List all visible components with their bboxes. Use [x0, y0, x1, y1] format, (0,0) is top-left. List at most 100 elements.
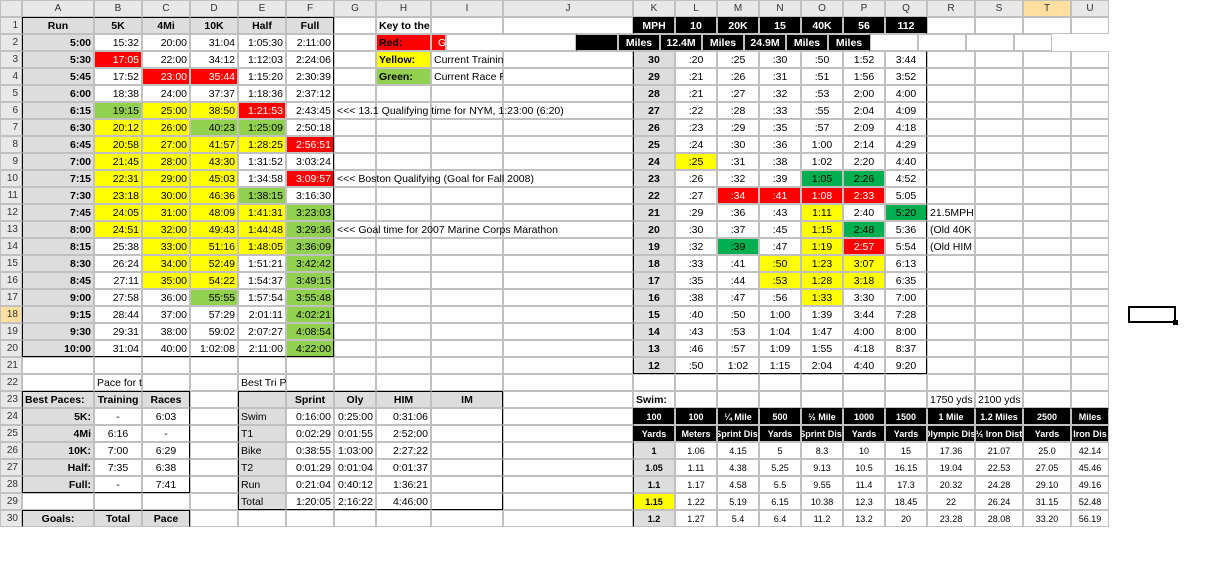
cell-K27[interactable]: 1.05 — [633, 459, 675, 476]
cell-U14[interactable] — [1071, 238, 1109, 255]
cell-R23[interactable]: 1750 yds — [927, 391, 975, 408]
cell-C21[interactable] — [142, 357, 190, 374]
cell-A5[interactable]: 6:00 — [22, 85, 94, 102]
cell-E4[interactable]: 1:15:20 — [238, 68, 286, 85]
cell-N14[interactable]: :47 — [759, 238, 801, 255]
cell-Q5[interactable]: 4:00 — [885, 85, 927, 102]
cell-C27[interactable]: 6:38 — [142, 459, 190, 476]
cell-A28[interactable]: Full: — [22, 476, 94, 493]
cell-D24[interactable] — [190, 408, 238, 425]
cell-F17[interactable]: 3:55:48 — [286, 289, 334, 306]
cell-O29[interactable]: 10.38 — [801, 493, 843, 510]
cell-L19[interactable]: :43 — [675, 323, 717, 340]
cell-D20[interactable]: 1:02:08 — [190, 340, 238, 357]
cell-Q2[interactable]: Miles — [828, 34, 870, 51]
cell-F8[interactable]: 2:56:51 — [286, 136, 334, 153]
cell-O9[interactable]: 1:02 — [801, 153, 843, 170]
cell-C26[interactable]: 6:29 — [142, 442, 190, 459]
col-header-O[interactable]: O — [801, 0, 843, 17]
cell-M23[interactable] — [717, 391, 759, 408]
cell-I3[interactable]: Current Training Record — [431, 51, 503, 68]
cell-H4[interactable]: Green: — [376, 68, 431, 85]
cell-A22[interactable] — [22, 374, 94, 391]
cell-C18[interactable]: 37:00 — [142, 306, 190, 323]
cell-P24[interactable]: 1000 — [843, 408, 885, 425]
cell-S30[interactable]: 28.08 — [975, 510, 1023, 527]
cell-R20[interactable] — [927, 340, 975, 357]
cell-M14[interactable]: :39 — [717, 238, 759, 255]
cell-L7[interactable]: :23 — [675, 119, 717, 136]
cell-B2[interactable]: 15:32 — [94, 34, 142, 51]
cell-O6[interactable]: :55 — [801, 102, 843, 119]
cell-U18[interactable] — [1071, 306, 1109, 323]
cell-H23[interactable]: HIM — [376, 391, 431, 408]
cell-H8[interactable] — [376, 136, 431, 153]
cell-A15[interactable]: 8:30 — [22, 255, 94, 272]
row-header-23[interactable]: 23 — [0, 391, 22, 408]
cell-U29[interactable]: 52.48 — [1071, 493, 1109, 510]
cell-S8[interactable] — [975, 136, 1023, 153]
cell-A7[interactable]: 6:30 — [22, 119, 94, 136]
cell-I1[interactable] — [431, 17, 503, 34]
cell-H1[interactable]: Key to the colors: — [376, 17, 431, 34]
cell-N10[interactable]: :39 — [759, 170, 801, 187]
cell-D1[interactable]: 10K — [190, 17, 238, 34]
cell-J14[interactable] — [503, 238, 633, 255]
col-header-S[interactable]: S — [975, 0, 1023, 17]
cell-O16[interactable]: 1:28 — [801, 272, 843, 289]
cell-Q22[interactable] — [885, 374, 927, 391]
cell-B26[interactable]: 7:00 — [94, 442, 142, 459]
cell-O14[interactable]: 1:19 — [801, 238, 843, 255]
cell-D27[interactable] — [190, 459, 238, 476]
row-header-22[interactable]: 22 — [0, 374, 22, 391]
cell-D30[interactable] — [190, 510, 238, 527]
cell-H19[interactable] — [376, 323, 431, 340]
cell-I11[interactable] — [431, 187, 503, 204]
cell-I16[interactable] — [431, 272, 503, 289]
cell-A26[interactable]: 10K: — [22, 442, 94, 459]
cell-O22[interactable] — [801, 374, 843, 391]
col-header-C[interactable]: C — [142, 0, 190, 17]
cell-L6[interactable]: :22 — [675, 102, 717, 119]
cell-J1[interactable] — [503, 17, 633, 34]
cell-R4[interactable] — [927, 68, 975, 85]
cell-U23[interactable] — [1071, 391, 1109, 408]
cell-G28[interactable]: 0:40:12 — [334, 476, 376, 493]
col-header-U[interactable]: U — [1071, 0, 1109, 17]
cell-U2[interactable] — [1014, 34, 1052, 51]
cell-L28[interactable]: 1.17 — [675, 476, 717, 493]
cell-O26[interactable]: 8.3 — [801, 442, 843, 459]
cell-N22[interactable] — [759, 374, 801, 391]
cell-K15[interactable]: 18 — [633, 255, 675, 272]
row-header-13[interactable]: 13 — [0, 221, 22, 238]
col-header-F[interactable]: F — [286, 0, 334, 17]
cell-N12[interactable]: :43 — [759, 204, 801, 221]
cell-A12[interactable]: 7:45 — [22, 204, 94, 221]
row-header-21[interactable]: 21 — [0, 357, 22, 374]
cell-B16[interactable]: 27:11 — [94, 272, 142, 289]
cell-F21[interactable] — [286, 357, 334, 374]
cell-G13[interactable]: <<< Goal time for 2007 Marine Corps Mara… — [334, 221, 376, 238]
cell-I27[interactable] — [431, 459, 503, 476]
col-header-M[interactable]: M — [717, 0, 759, 17]
cell-Q10[interactable]: 4:52 — [885, 170, 927, 187]
cell-Q8[interactable]: 4:29 — [885, 136, 927, 153]
cell-L27[interactable]: 1.11 — [675, 459, 717, 476]
cell-J8[interactable] — [503, 136, 633, 153]
cell-F22[interactable] — [286, 374, 334, 391]
cell-G2[interactable] — [334, 34, 376, 51]
cell-R10[interactable] — [927, 170, 975, 187]
cell-D28[interactable] — [190, 476, 238, 493]
cell-B24[interactable]: - — [94, 408, 142, 425]
cell-P27[interactable]: 10.5 — [843, 459, 885, 476]
cell-O25[interactable]: Sprint Dist — [801, 425, 843, 442]
cell-O18[interactable]: 1:39 — [801, 306, 843, 323]
cell-S17[interactable] — [975, 289, 1023, 306]
cell-C14[interactable]: 33:00 — [142, 238, 190, 255]
cell-Q13[interactable]: 5:36 — [885, 221, 927, 238]
cell-U24[interactable]: Miles — [1071, 408, 1109, 425]
cell-N13[interactable]: :45 — [759, 221, 801, 238]
cell-J28[interactable] — [503, 476, 633, 493]
cell-A27[interactable]: Half: — [22, 459, 94, 476]
cell-N27[interactable]: 5.25 — [759, 459, 801, 476]
